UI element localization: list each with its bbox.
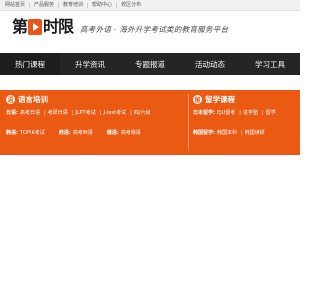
russian-label: 俄语: [106,130,119,136]
top-link-training[interactable]: 教育培训 [63,0,83,11]
divider: | [71,110,74,116]
study-section-heading[interactable]: 留学课程 [205,94,235,105]
divider: | [44,110,46,116]
logo-char: 时 [43,17,59,36]
korean-label: 韩语: [6,130,18,136]
course-link[interactable]: 考研日语 [48,109,68,117]
divider [87,3,89,8]
divider [29,3,31,8]
language-section-title: 语 语言培训 [6,94,48,105]
main-nav: 热门课程 升学资讯 专题报道 活动动态 学习工具 [0,53,300,75]
language-icon: 语 [6,95,15,104]
language-training-section: 语 语言培训 日语: 高考日语 | 考研日语 | JLPT考试 | J-test… [0,90,188,155]
study-abroad-icon: 留 [193,95,202,104]
other-languages-row: 韩语: TOPIK考试 西语: 高考西语 俄语: 高考俄语 [6,129,143,137]
top-link-home[interactable]: 网站首页 [5,0,25,11]
course-link[interactable]: 高考俄语 [121,129,141,137]
nav-item-admission-news[interactable]: 升学资讯 [60,53,120,75]
nav-item-events[interactable]: 活动动态 [180,53,240,75]
japanese-courses-row: 日语: 高考日语 | 考研日语 | JLPT考试 | J-test考试 | 四/… [6,109,153,117]
course-link[interactable]: JLPT考试 [75,109,95,117]
logo-char: 限 [58,17,74,36]
course-link[interactable]: 四/六级 [134,109,151,117]
course-panel: 语 语言培训 日语: 高考日语 | 考研日语 | JLPT考试 | J-test… [0,90,300,155]
top-link-campuses[interactable]: 校区分布 [121,0,141,11]
course-link[interactable]: 进学塾 [243,109,258,117]
top-utility-bar: 网站首页 产品服务 教育培训 帮助中心 校区分布 [0,0,300,11]
top-link-products[interactable]: 产品服务 [34,0,54,11]
column-divider [188,94,189,150]
top-link-help[interactable]: 帮助中心 [92,0,112,11]
study-abroad-section: 留 留学课程 日本留学: EJU留考 | 进学塾 | 留学 韩国留学: 韩国本科… [191,90,300,155]
course-link[interactable]: 韩国本科 [217,129,237,137]
divider [58,3,60,8]
korea-study-label: 韩国留学: [193,130,215,136]
japan-study-row: 日本留学: EJU留考 | 进学塾 | 留学 [193,109,278,117]
course-link[interactable]: EJU留考 [217,109,235,117]
nav-item-hot-courses[interactable]: 热门课程 [0,53,60,75]
top-utility-nav: 网站首页 产品服务 教育培训 帮助中心 校区分布 [0,0,300,11]
spanish-label: 西语: [58,130,71,136]
nav-item-special-reports[interactable]: 专题报道 [120,53,180,75]
divider: | [241,130,243,136]
korea-study-row: 韩国留学: 韩国本科 | 韩国读研 [193,129,267,137]
play-icon [28,19,43,35]
nav-item-study-tools[interactable]: 学习工具 [240,53,300,75]
divider: | [262,110,264,116]
course-link[interactable]: 高考日语 [20,109,40,117]
study-section-title: 留 留学课程 [193,94,235,105]
divider: | [99,110,102,116]
site-logo[interactable]: 第 时 限 [12,17,74,37]
japanese-label: 日语: [6,110,18,116]
divider: | [130,110,132,116]
japan-study-label: 日本留学: [193,110,215,116]
course-link[interactable]: 留学 [266,109,276,117]
divider [116,3,118,8]
site-slogan: 高考外语 · 海外升学考试类的教育服务平台 [80,25,229,34]
divider: | [239,110,241,116]
language-section-heading[interactable]: 语言培训 [18,94,48,105]
course-link[interactable]: 高考西语 [73,129,93,137]
course-link[interactable]: 韩国读研 [245,129,265,137]
logo-char: 第 [12,17,28,36]
course-link[interactable]: TOPIK考试 [20,129,45,137]
site-header: 第 时 限 高考外语 · 海外升学考试类的教育服务平台 [0,11,300,53]
course-link[interactable]: J-test考试 [103,109,126,117]
